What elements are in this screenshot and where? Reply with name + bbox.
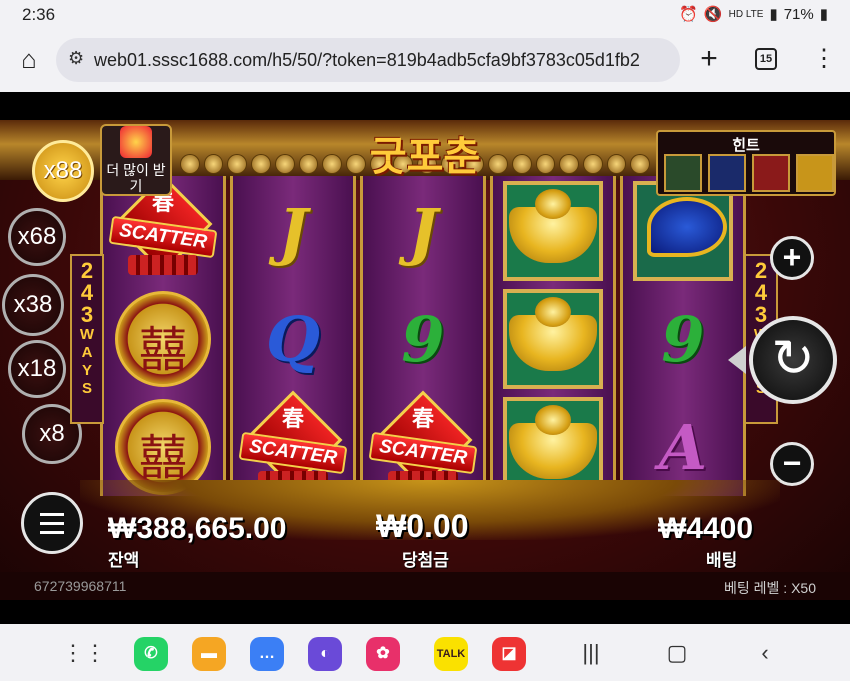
letterbox-bottom xyxy=(0,600,850,624)
signal-icon: ▮ xyxy=(769,6,778,23)
battery-level: 71% xyxy=(783,5,814,23)
hint-medallion-icon xyxy=(796,154,834,192)
multiplier-x88: x88 xyxy=(32,140,94,202)
home-icon[interactable]: ⌂ xyxy=(14,44,44,74)
android-nav-bar: ⋮⋮ ✆ ▬ … ◐ ✿ TALK ◪ ||| ▢ ‹ xyxy=(0,624,850,681)
hint-ingot-icon xyxy=(664,154,702,192)
messages-icon[interactable]: … xyxy=(250,637,284,671)
home-button[interactable]: ▢ xyxy=(662,636,692,670)
network-indicator: HD LTE xyxy=(728,8,764,20)
gallery-icon[interactable]: ✿ xyxy=(366,637,400,671)
apps-grid-icon[interactable]: ⋮⋮ xyxy=(62,636,106,670)
mute-icon: 🔇 xyxy=(703,6,723,23)
symbol-9: 9 xyxy=(661,302,705,376)
address-bar[interactable]: ⚙ web01.sssc1688.com/h5/50/?token=819b4a… xyxy=(56,38,680,82)
bet-level: 베팅 레벨 : X50 xyxy=(724,580,816,596)
back-button[interactable]: ‹ xyxy=(750,636,780,670)
win-value: ₩0.00 xyxy=(376,508,469,544)
round-id: 672739968711 xyxy=(34,578,127,594)
symbol-j: J xyxy=(408,194,438,268)
url-text[interactable]: web01.sssc1688.com/h5/50/?token=819b4adb… xyxy=(94,50,674,71)
internet-icon[interactable]: ◐ xyxy=(308,637,342,671)
scatter-char: 春 xyxy=(281,407,304,432)
slot-game: 굿포춘 春 SCATTER J Q 春 S xyxy=(0,120,850,600)
whatsapp-icon[interactable]: ✆ xyxy=(134,637,168,671)
bet-value: ₩4400 xyxy=(658,512,754,545)
get-more-button[interactable]: 더 많이 받기 xyxy=(100,124,172,196)
symbol-9: 9 xyxy=(401,302,445,376)
kebab-menu-icon[interactable]: ⋮ xyxy=(812,42,836,76)
symbol-q: Q xyxy=(265,302,320,376)
reel-3: J 9 春 SCATTER xyxy=(360,176,486,496)
spin-arrow-icon xyxy=(728,346,746,374)
balance-value: ₩388,665.00 xyxy=(108,512,287,545)
site-settings-icon[interactable]: ⚙ xyxy=(68,48,84,69)
win-label: 당첨금 xyxy=(402,551,449,570)
alarm-icon: ⏰ xyxy=(679,6,698,23)
game-title: 굿포춘 xyxy=(369,134,481,180)
gold-ingot-symbol xyxy=(493,178,613,284)
status-time: 2:36 xyxy=(22,5,56,24)
plus-icon[interactable]: + xyxy=(694,42,724,76)
game-footer: 672739968711 베팅 레벨 : X50 xyxy=(0,572,850,600)
get-more-label: 더 많이 받기 xyxy=(106,162,166,194)
hint-title: 힌트 xyxy=(732,137,760,154)
recent-apps-button[interactable]: ||| xyxy=(576,636,606,670)
tab-switcher-button[interactable]: 15 xyxy=(755,48,777,70)
multiplier-x38: x38 xyxy=(2,274,64,336)
status-indicators: ⏰ 🔇 HD LTE ▮ 71% ▮ xyxy=(679,5,828,24)
balance-label: 잔액 xyxy=(108,551,140,570)
reel-4 xyxy=(490,176,616,497)
game-info-bar: ₩388,665.00 잔액 ₩0.00 당첨금 ₩4400 배팅 xyxy=(0,498,850,570)
hint-koi-icon xyxy=(708,154,746,192)
browser-toolbar: ⌂ ⚙ web01.sssc1688.com/h5/50/?token=819b… xyxy=(0,30,850,92)
reel-5: 9 A xyxy=(620,176,746,496)
increase-bet-button[interactable]: + xyxy=(770,236,814,280)
gold-ingot-symbol xyxy=(493,286,613,392)
bet-label: 배팅 xyxy=(706,551,738,570)
firecracker-icon xyxy=(120,126,152,158)
multiplier-x18: x18 xyxy=(8,340,66,398)
status-bar: 2:36 ⏰ 🔇 HD LTE ▮ 71% ▮ xyxy=(0,0,850,30)
hint-panel[interactable]: 힌트 xyxy=(656,130,836,196)
reel-2: J Q 春 SCATTER xyxy=(230,176,356,496)
reel-1: 春 SCATTER xyxy=(100,174,226,496)
reel-grid: 春 SCATTER J Q 春 SCATTER J xyxy=(100,174,750,497)
ways-banner-left: 243WAYS xyxy=(70,254,104,424)
spin-button[interactable]: ↻ xyxy=(749,316,837,404)
medallion-symbol xyxy=(103,286,223,392)
symbol-j: J xyxy=(278,194,308,268)
files-icon[interactable]: ▬ xyxy=(192,637,226,671)
scatter-char: 春 xyxy=(411,407,434,432)
firecracker-icon xyxy=(128,255,198,275)
letterbox-top xyxy=(0,92,850,120)
battery-icon: ▮ xyxy=(819,6,828,23)
notes-icon[interactable]: ◪ xyxy=(492,637,526,671)
kakaotalk-icon[interactable]: TALK xyxy=(434,637,468,671)
multiplier-x68: x68 xyxy=(8,208,66,266)
hint-fan-icon xyxy=(752,154,790,192)
